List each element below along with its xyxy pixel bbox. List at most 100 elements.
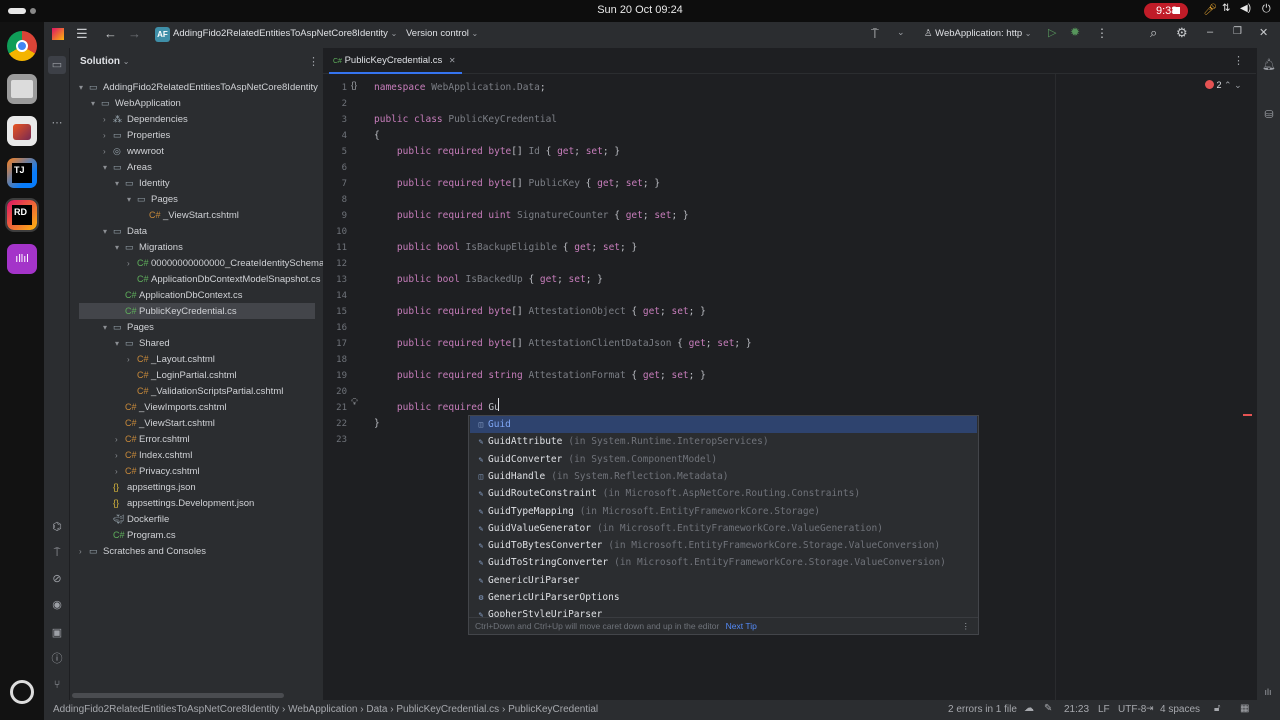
tree-item[interactable]: C# Program.cs: [79, 527, 176, 543]
tree-item[interactable]: › ▭ Scratches and Consoles: [79, 543, 206, 559]
chevron-right-icon[interactable]: ›: [115, 464, 125, 480]
completion-item[interactable]: ◫ Guid: [470, 416, 977, 433]
completion-item[interactable]: ✎ GuidRouteConstraint (in Microsoft.AspNet…: [470, 485, 977, 502]
code-line[interactable]: public required byte[] AttestationClient…: [374, 336, 752, 352]
terminal-icon[interactable]: ▣: [50, 626, 64, 640]
chevron-down-icon[interactable]: ⌄: [897, 27, 905, 38]
software-center-icon[interactable]: [7, 116, 37, 146]
chevron-down-icon[interactable]: ▾: [91, 96, 101, 112]
more-options-icon[interactable]: ⋮: [962, 618, 971, 635]
run-tool-icon[interactable]: ◉: [50, 598, 64, 612]
breadcrumb-item[interactable]: PublicKeyCredential: [508, 704, 598, 715]
editor-tab[interactable]: C# PublicKeyCredential.cs ✕: [329, 48, 462, 74]
tree-item[interactable]: › ⁂ Dependencies: [79, 111, 188, 127]
indent-setting[interactable]: 4 spaces: [1160, 704, 1200, 715]
chevron-up-icon[interactable]: ⌃: [1224, 80, 1232, 90]
git-icon[interactable]: ⑂: [50, 678, 64, 692]
chevron-down-icon[interactable]: ▾: [103, 224, 113, 240]
problems-icon[interactable]: ⓘ: [50, 652, 64, 666]
completion-item[interactable]: ✎ GenericUriParser: [470, 572, 977, 589]
chevron-down-icon[interactable]: ⌄: [1234, 80, 1242, 90]
tree-item[interactable]: C# _ViewStart.cshtml: [79, 207, 239, 223]
tree-item[interactable]: 🐳︎ Dockerfile: [79, 511, 169, 527]
inspection-widget[interactable]: 2 ⌃ ⌄: [1205, 80, 1242, 91]
rider-icon[interactable]: RD: [5, 198, 39, 232]
caret-position[interactable]: 21:23: [1064, 704, 1089, 715]
code-line[interactable]: }: [374, 416, 380, 432]
back-icon[interactable]: ←: [104, 26, 117, 41]
code-line[interactable]: public class PublicKeyCredential: [374, 112, 557, 128]
completion-item[interactable]: ✎ GuidTypeMapping (in Microsoft.EntityFram…: [470, 503, 977, 520]
tree-item[interactable]: › C# Error.cshtml: [79, 431, 190, 447]
encoding[interactable]: UTF-8: [1118, 704, 1146, 715]
ai-assistant-icon[interactable]: ılı: [1261, 685, 1275, 699]
tree-item[interactable]: {} appsettings.json: [79, 479, 196, 495]
tree-item[interactable]: C# _ValidationScriptsPartial.cshtml: [79, 383, 283, 399]
tree-item[interactable]: ▾ ▭ Migrations: [79, 239, 183, 255]
chevron-right-icon[interactable]: ›: [103, 128, 113, 144]
project-panel-title[interactable]: Solution ⌄: [80, 56, 129, 67]
tree-item[interactable]: ▾ ▭ Pages: [79, 319, 154, 335]
cloud-off-icon[interactable]: ☁︎: [1024, 703, 1034, 714]
app-grid-icon[interactable]: [10, 680, 34, 704]
run-icon[interactable]: ▷: [1048, 26, 1056, 39]
edit-icon[interactable]: ✎: [1044, 703, 1052, 714]
tree-item[interactable]: › C# Privacy.cshtml: [79, 463, 200, 479]
notifications-icon[interactable]: 🔔︎: [1262, 58, 1276, 72]
completion-item[interactable]: ✎ GuidToBytesConverter (in Microsoft.Entit…: [470, 537, 977, 554]
chevron-right-icon[interactable]: ›: [115, 448, 125, 464]
code-completion-popup[interactable]: ◫ Guid ✎ GuidAttribute (in System.Runtime.In…: [468, 415, 979, 635]
completion-item[interactable]: ⚙ GenericUriParserOptions: [470, 589, 977, 606]
breadcrumb-item[interactable]: WebApplication: [288, 704, 357, 715]
breadcrumb-item[interactable]: PublicKeyCredential.cs: [396, 704, 499, 715]
lock-icon[interactable]: 🔓︎: [1214, 703, 1220, 714]
tree-item[interactable]: ▾ ▭ AddingFido2RelatedEntitiesToAspNetCore…: [79, 79, 318, 95]
tree-item[interactable]: C# ApplicationDbContext.cs: [79, 287, 243, 303]
build-tool-icon[interactable]: ⍑: [50, 546, 64, 560]
close-icon[interactable]: ✕: [1259, 26, 1268, 39]
tree-item[interactable]: ▾ ▭ Data: [79, 223, 147, 239]
microphone-icon[interactable]: 🎤︎: [1203, 3, 1217, 16]
close-tab-icon[interactable]: ✕: [449, 56, 456, 65]
horizontal-scrollbar[interactable]: [72, 693, 284, 698]
database-icon[interactable]: ⛁: [1262, 108, 1276, 122]
completion-item[interactable]: ✎ GopherStyleUriParser: [470, 606, 977, 617]
code-line[interactable]: public required uint SignatureCounter { …: [374, 208, 689, 224]
build-icon[interactable]: ⍑: [871, 26, 879, 42]
completion-item[interactable]: ✎ GuidAttribute (in System.Runtime.Interop…: [470, 433, 977, 450]
intellij-icon[interactable]: TJ: [7, 158, 37, 188]
lightbulb-icon[interactable]: 💡︎: [351, 397, 358, 408]
chrome-icon[interactable]: [7, 31, 37, 61]
tree-item[interactable]: › ▭ Properties: [79, 127, 170, 143]
chevron-down-icon[interactable]: ▾: [103, 160, 113, 176]
code-line[interactable]: public bool IsBackupEligible { get; set;…: [374, 240, 637, 256]
code-line[interactable]: public required byte[] Id { get; set; }: [374, 144, 620, 160]
tree-item[interactable]: ▾ ▭ Shared: [79, 335, 170, 351]
search-icon[interactable]: ⌕: [1150, 25, 1157, 41]
clock[interactable]: Sun 20 Oct 09:24: [0, 4, 1280, 16]
tree-item[interactable]: C# PublicKeyCredential.cs: [79, 303, 315, 319]
unit-tests-icon[interactable]: ⊘: [50, 572, 64, 586]
code-line[interactable]: {: [374, 128, 380, 144]
debug-icon[interactable]: ✹: [1070, 25, 1080, 39]
tree-item[interactable]: › ◎ wwwroot: [79, 143, 164, 159]
code-line[interactable]: public required byte[] PublicKey { get ; …: [374, 176, 660, 192]
run-config-selector[interactable]: ♙ WebApplication: http ⌄: [924, 28, 1031, 39]
forward-icon[interactable]: →: [128, 26, 141, 41]
more-tools-icon[interactable]: ⋯: [50, 116, 64, 130]
minimize-icon[interactable]: –: [1207, 26, 1213, 38]
tree-item[interactable]: ▾ ▭ Identity: [79, 175, 170, 191]
chevron-down-icon[interactable]: ▾: [115, 176, 125, 192]
chevron-right-icon[interactable]: ›: [127, 352, 137, 368]
code-line[interactable]: public required string AttestationFormat…: [374, 368, 706, 384]
next-tip-link[interactable]: Next Tip: [726, 621, 757, 631]
breadcrumb-item[interactable]: Data: [366, 704, 387, 715]
chevron-down-icon[interactable]: ▾: [115, 336, 125, 352]
namespace-fold-icon[interactable]: {}: [351, 80, 357, 90]
tree-item[interactable]: ▾ ▭ WebApplication: [79, 95, 181, 111]
chevron-right-icon[interactable]: ›: [103, 112, 113, 128]
tree-item[interactable]: C# _ViewImports.cshtml: [79, 399, 226, 415]
more-options-icon[interactable]: ⋮: [308, 55, 319, 68]
chevron-right-icon[interactable]: ›: [127, 256, 137, 272]
volume-icon[interactable]: ◀︎): [1240, 3, 1251, 14]
